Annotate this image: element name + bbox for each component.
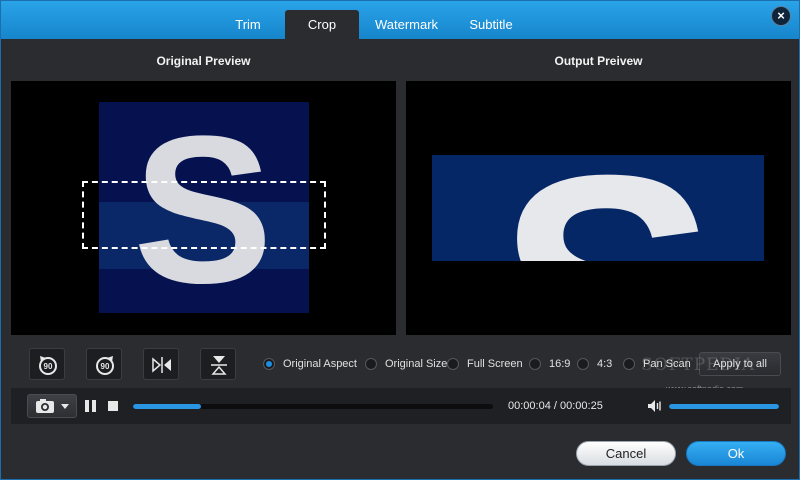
stop-button[interactable] [108, 401, 118, 411]
crop-dialog: Trim Crop Watermark Subtitle × Original … [0, 0, 800, 480]
rotate-right-icon: 90 [96, 356, 114, 375]
output-video-frame: S [432, 155, 764, 261]
camera-icon [36, 399, 69, 413]
svg-text:90: 90 [44, 362, 53, 371]
seek-bar-fill [133, 404, 202, 409]
radio-4-3[interactable]: 4:3 [577, 355, 612, 373]
cancel-button[interactable]: Cancel [576, 441, 676, 466]
letter-s-cropped: S [497, 155, 717, 261]
original-preview-title: Original Preview [156, 54, 251, 68]
flip-horizontal-button[interactable] [143, 348, 179, 380]
tab-bar: Trim Crop Watermark Subtitle [211, 10, 528, 39]
chevron-down-icon [61, 404, 69, 409]
volume-slider[interactable] [669, 404, 779, 409]
seek-bar[interactable] [133, 404, 493, 409]
radio-full-screen[interactable]: Full Screen [447, 355, 523, 373]
tab-watermark[interactable]: Watermark [359, 10, 454, 39]
radio-original-aspect[interactable]: Original Aspect [263, 355, 357, 373]
flip-vertical-icon [211, 356, 227, 375]
tab-crop[interactable]: Crop [285, 10, 359, 39]
ok-button[interactable]: Ok [686, 441, 786, 466]
original-preview-pane: S [11, 81, 396, 335]
rotate-left-button[interactable]: 90 [29, 348, 65, 380]
rotate-left-icon: 90 [39, 356, 57, 375]
snapshot-button[interactable] [27, 394, 77, 418]
volume-slider-fill [669, 404, 779, 409]
radio-original-size[interactable]: Original Size [365, 355, 447, 373]
flip-horizontal-icon [152, 357, 171, 373]
rotate-right-button[interactable]: 90 [86, 348, 122, 380]
time-readout: 00:00:04 / 00:00:25 [508, 400, 603, 412]
tab-trim[interactable]: Trim [211, 10, 285, 39]
volume-icon[interactable] [647, 399, 663, 413]
dialog-header: Trim Crop Watermark Subtitle × [1, 1, 799, 39]
pause-button[interactable] [85, 400, 97, 412]
pause-icon [85, 400, 89, 412]
softpedia-watermark: SOFTPEDIA [641, 355, 756, 375]
svg-text:90: 90 [101, 362, 110, 371]
close-icon: × [777, 8, 785, 23]
crop-selection-box[interactable] [82, 181, 326, 249]
output-preview-pane: S [406, 81, 791, 335]
close-button[interactable]: × [771, 6, 791, 26]
output-preview-title: Output Preivew [554, 54, 643, 68]
flip-vertical-button[interactable] [200, 348, 236, 380]
tab-subtitle[interactable]: Subtitle [454, 10, 528, 39]
radio-16-9[interactable]: 16:9 [529, 355, 570, 373]
letter-s-cropped-graphic: S [497, 155, 717, 261]
